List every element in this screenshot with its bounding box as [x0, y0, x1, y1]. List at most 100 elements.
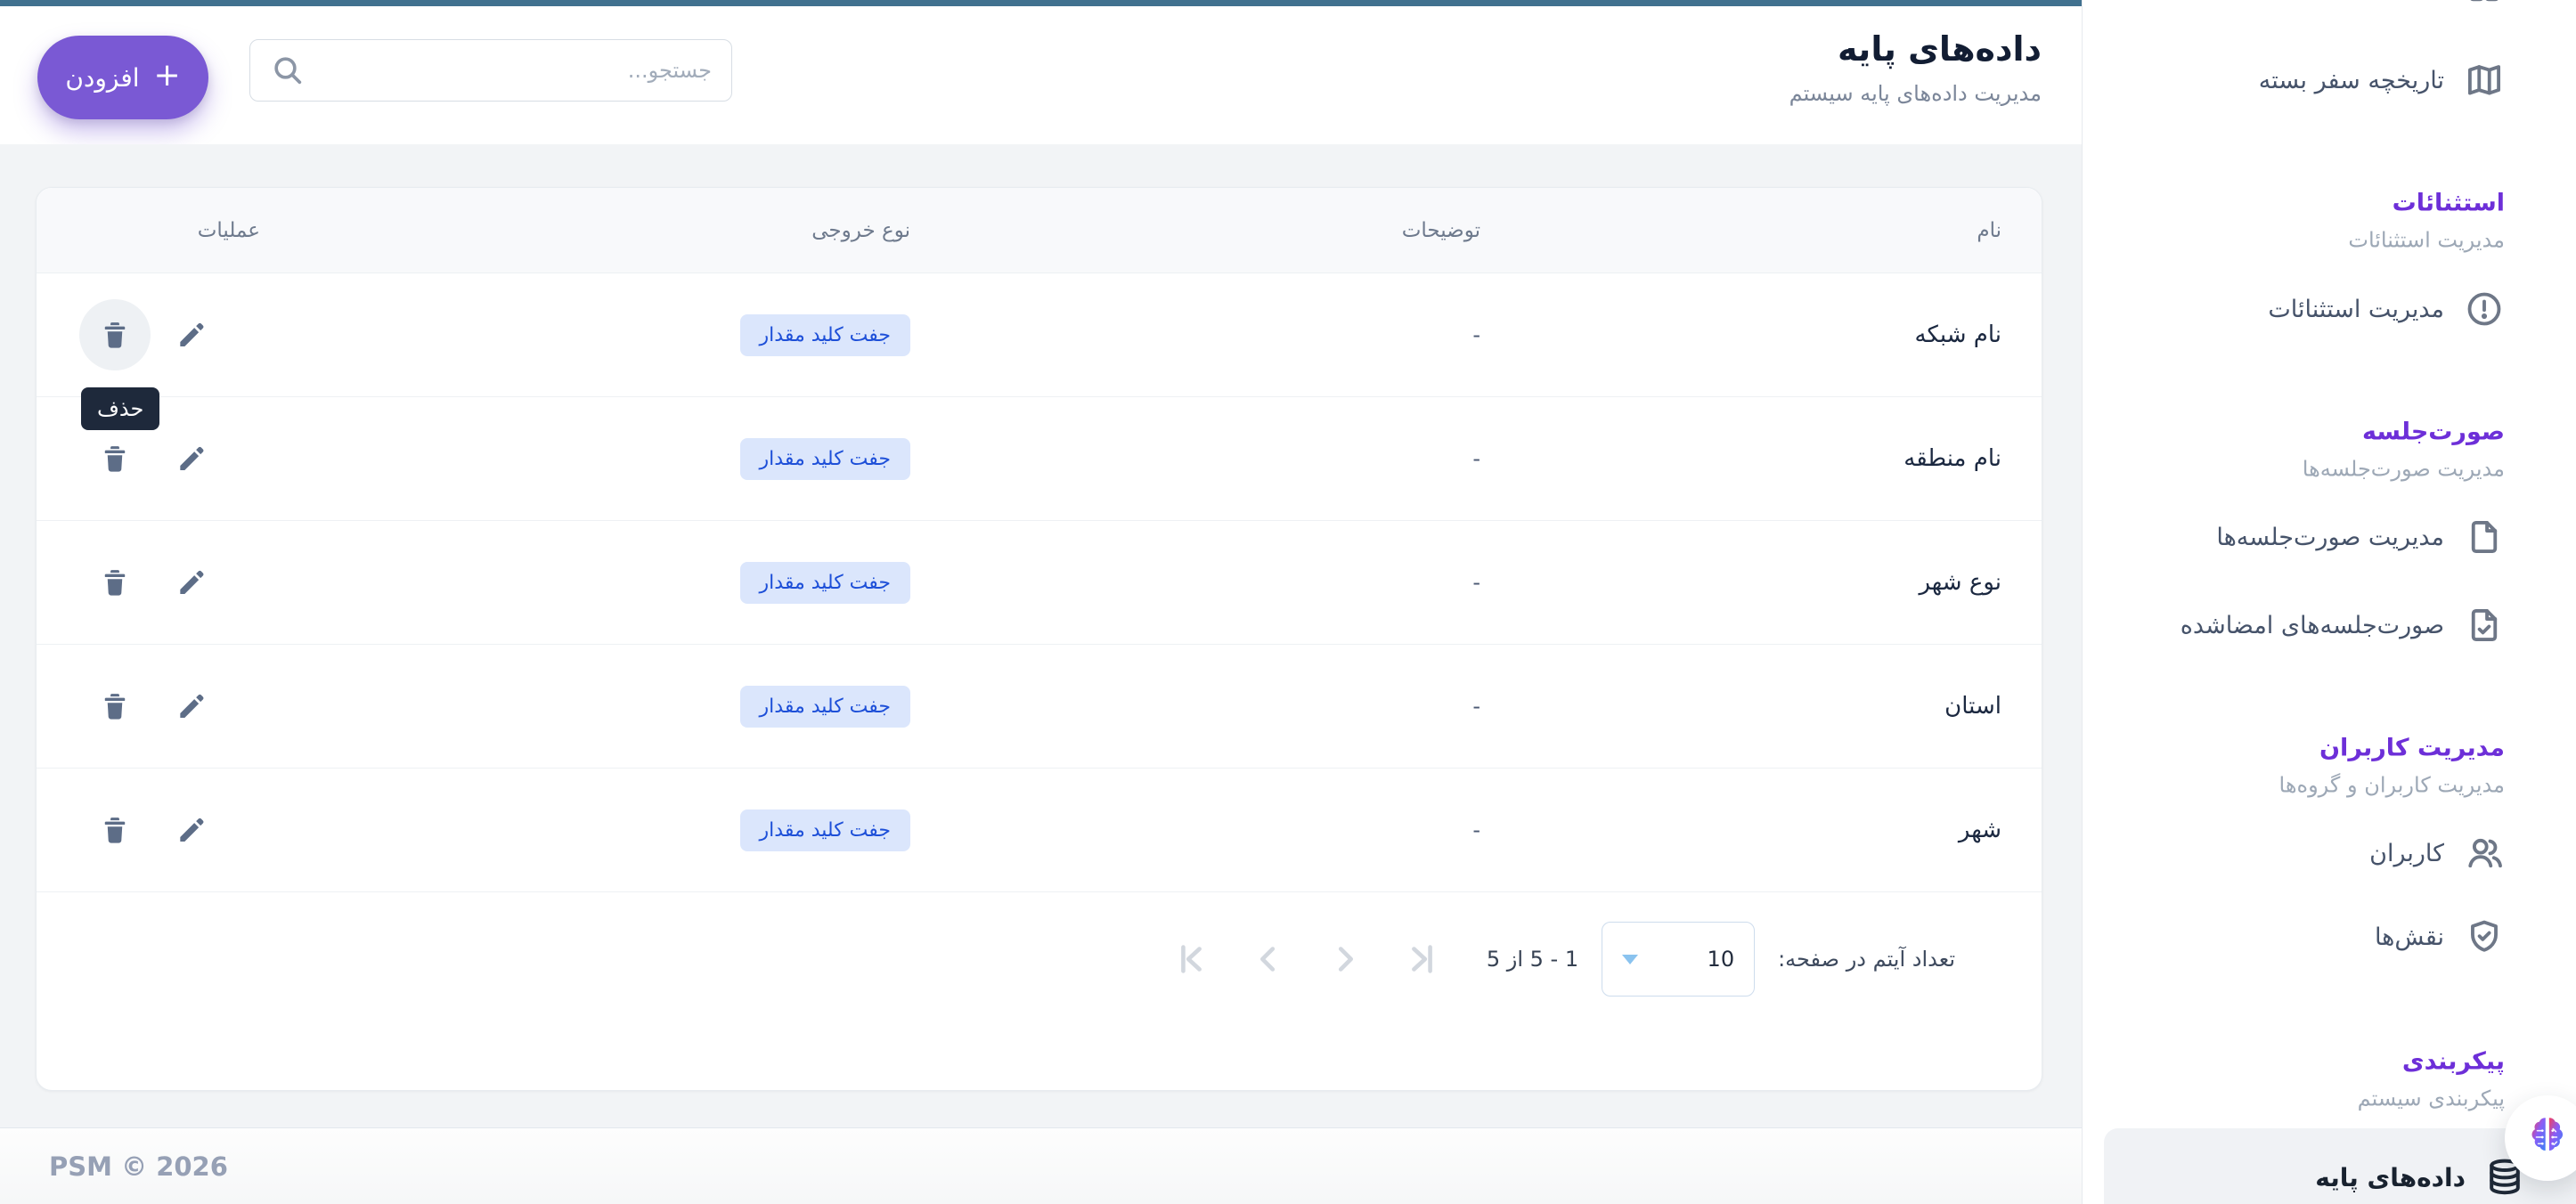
sidebar-item-label: کاربران: [2369, 840, 2444, 867]
table-row: نوع شهر - جفت کلید مقدار: [37, 521, 2042, 645]
edit-button[interactable]: [172, 439, 211, 478]
column-header-operations: عملیات: [37, 219, 296, 242]
chevron-right-icon: [1325, 939, 1365, 980]
sidebar-item-package-travel-history[interactable]: تاریخچه سفر بسته: [2259, 60, 2505, 101]
section-title: صورت‌جلسه: [2303, 419, 2505, 446]
previous-page-button[interactable]: [1248, 939, 1289, 980]
first-page-button[interactable]: [1171, 939, 1212, 980]
edit-button[interactable]: [172, 563, 211, 602]
page-title: داده‌های پایه: [1789, 29, 2042, 69]
sidebar-section-user-management: مدیریت کاربران مدیریت کاربران و گروه‌ها: [2279, 735, 2505, 798]
row-description: -: [937, 818, 1507, 842]
pencil-icon: [174, 565, 209, 600]
output-type-badge: جفت کلید مقدار: [740, 562, 910, 604]
row-name: نام شبکه: [1507, 321, 2042, 348]
add-button[interactable]: + افزودن: [37, 36, 208, 119]
row-actions: [37, 547, 296, 618]
section-title: پیکربندی: [2358, 1048, 2505, 1076]
section-title: مدیریت کاربران: [2279, 735, 2505, 762]
chevron-left-icon: [1248, 939, 1289, 980]
sidebar-item-package-management[interactable]: مدیریت بسته‌ها: [2293, 0, 2505, 6]
sidebar-section-configuration: پیکربندی پیکربندی سیستم: [2358, 1048, 2505, 1111]
page-footer: PSM © 2026: [0, 1127, 2082, 1204]
trash-icon: [98, 813, 132, 847]
table-row: استان - جفت کلید مقدار: [37, 645, 2042, 769]
output-type-badge: جفت کلید مقدار: [740, 438, 910, 480]
items-per-page-label: تعداد آیتم در صفحه:: [1778, 947, 1955, 972]
delete-button[interactable]: [79, 299, 151, 370]
row-actions: [37, 794, 296, 866]
row-name: شهر: [1507, 817, 2042, 843]
pagination-bar: تعداد آیتم در صفحه: 10 1 - 5 از 5: [37, 892, 2042, 1026]
row-description: -: [937, 694, 1507, 719]
plus-icon: +: [154, 60, 181, 92]
pencil-icon: [174, 317, 209, 353]
pencil-icon: [174, 688, 209, 724]
row-description: -: [937, 446, 1507, 471]
row-actions: [37, 423, 296, 494]
column-header-output-type: نوع خروجی: [296, 219, 937, 242]
sidebar-item-users[interactable]: کاربران: [2369, 833, 2505, 874]
grid-boxes-icon: [2464, 0, 2505, 6]
sidebar-item-roles[interactable]: نقش‌ها: [2375, 916, 2505, 957]
edit-button[interactable]: [172, 810, 211, 850]
row-name: نام منطقه: [1507, 445, 2042, 472]
items-per-page-select[interactable]: 10: [1602, 922, 1755, 997]
sidebar-item-label: صورت‌جلسه‌های امضاشده: [2181, 612, 2444, 639]
sidebar-item-label: مدیریت صورت‌جلسه‌ها: [2216, 524, 2444, 551]
delete-button[interactable]: [79, 547, 151, 618]
search-icon: [270, 53, 306, 88]
sidebar-section-exceptions: استثنائات مدیریت استثنائات: [2348, 190, 2505, 253]
last-page-button[interactable]: [1401, 939, 1442, 980]
trash-icon: [98, 442, 132, 476]
trash-icon: [98, 689, 132, 723]
sidebar-item-minutes-management[interactable]: مدیریت صورت‌جلسه‌ها: [2216, 517, 2505, 557]
sidebar-item-label: تاریخچه سفر بسته: [2259, 67, 2444, 94]
first-page-icon: [1171, 939, 1212, 980]
sidebar-section-minutes: صورت‌جلسه مدیریت صورت‌جلسه‌ها: [2303, 419, 2505, 482]
delete-button[interactable]: [79, 423, 151, 494]
sidebar-item-signed-minutes[interactable]: صورت‌جلسه‌های امضاشده: [2181, 605, 2505, 646]
sidebar-item-label: مدیریت استثنائات: [2268, 296, 2444, 323]
add-button-label: افزودن: [65, 63, 139, 93]
section-subtitle: مدیریت استثنائات: [2348, 228, 2505, 253]
trash-icon: [98, 565, 132, 599]
pagination-nav: [1171, 939, 1442, 980]
sidebar: مدیریت بسته‌ها تاریخچه سفر بسته استثنائا…: [2082, 0, 2576, 1204]
sidebar-item-label: نقش‌ها: [2375, 923, 2444, 951]
delete-button[interactable]: [79, 671, 151, 742]
column-header-name: نام: [1507, 219, 2042, 242]
delete-button[interactable]: [79, 794, 151, 866]
search-box[interactable]: [249, 39, 732, 102]
section-subtitle: پیکربندی سیستم: [2358, 1086, 2505, 1111]
edit-button[interactable]: [172, 687, 211, 726]
row-description: -: [937, 570, 1507, 595]
table-header-row: نام توضیحات نوع خروجی عملیات: [37, 188, 2042, 273]
sidebar-item-label: داده‌های پایه: [2315, 1163, 2466, 1192]
shield-check-icon: [2464, 916, 2505, 957]
table-row: نام منطقه - جفت کلید مقدار: [37, 397, 2042, 521]
page-header: داده‌های پایه مدیریت داده‌های پایه سیستم…: [0, 6, 2082, 144]
edit-button[interactable]: [172, 315, 211, 354]
output-type-badge: جفت کلید مقدار: [740, 686, 910, 728]
output-type-badge: جفت کلید مقدار: [740, 314, 910, 356]
brain-icon: [2525, 1116, 2570, 1160]
data-table-card: نام توضیحات نوع خروجی عملیات نام شبکه - …: [36, 187, 2042, 1091]
page-subtitle: مدیریت داده‌های پایه سیستم: [1789, 81, 2042, 106]
section-title: استثنائات: [2348, 190, 2505, 217]
trash-icon: [98, 318, 132, 352]
users-icon: [2464, 833, 2505, 874]
alert-circle-icon: [2464, 289, 2505, 329]
next-page-button[interactable]: [1325, 939, 1365, 980]
chevron-down-icon: [1622, 955, 1638, 964]
column-header-description: توضیحات: [937, 219, 1507, 242]
file-check-icon: [2464, 605, 2505, 646]
pencil-icon: [174, 812, 209, 848]
section-subtitle: مدیریت کاربران و گروه‌ها: [2279, 773, 2505, 798]
table-row: نام شبکه - جفت کلید مقدار: [37, 273, 2042, 397]
row-description: -: [937, 322, 1507, 347]
sidebar-item-exception-management[interactable]: مدیریت استثنائات: [2268, 289, 2505, 329]
map-icon: [2464, 60, 2505, 101]
search-input[interactable]: [318, 58, 712, 83]
output-type-badge: جفت کلید مقدار: [740, 809, 910, 851]
